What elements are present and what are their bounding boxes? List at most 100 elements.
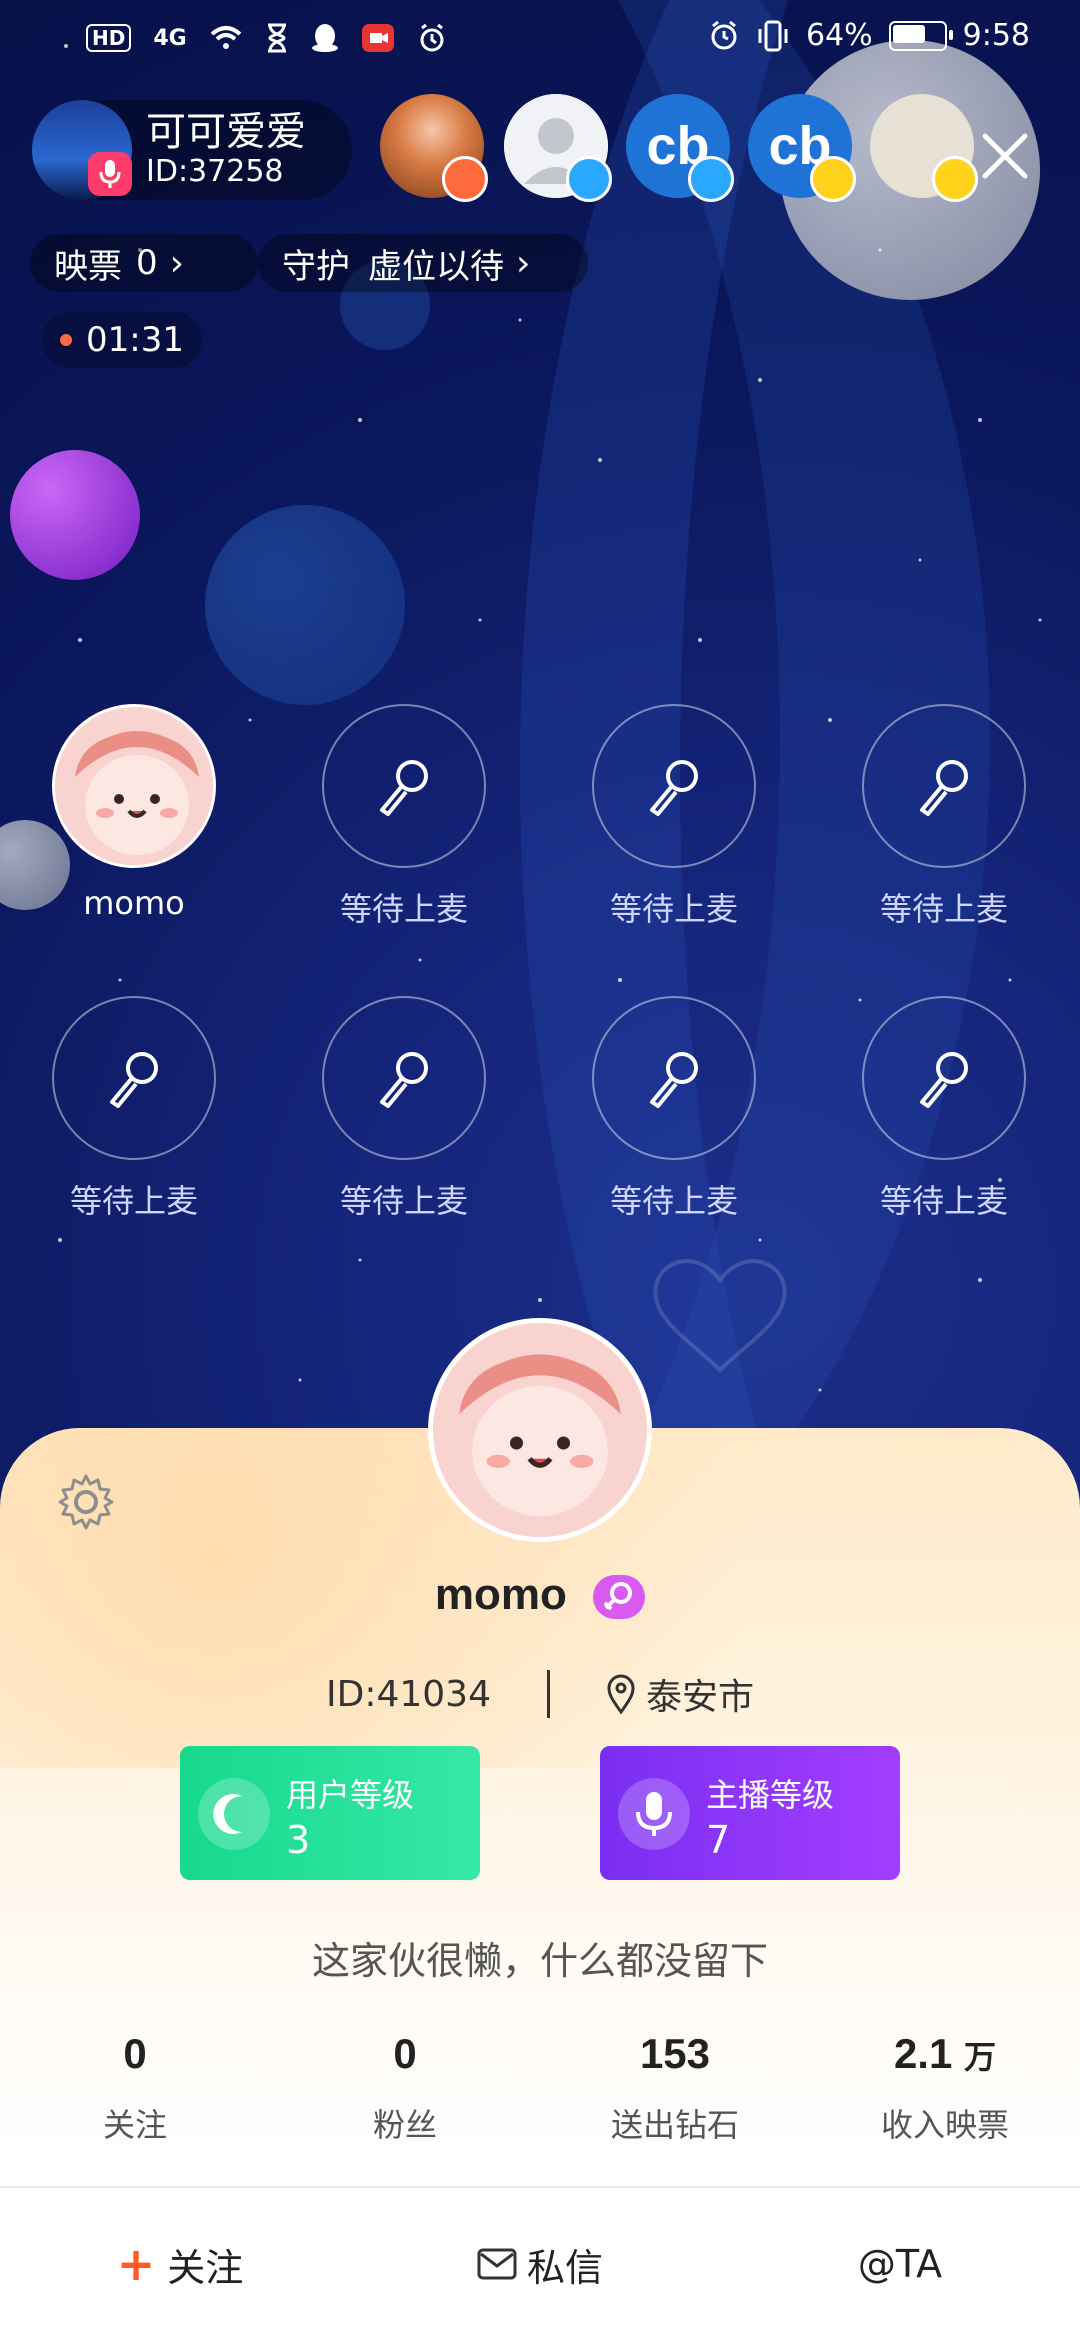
stat-number: 0 <box>393 2030 417 2077</box>
profile-id: ID:41034 <box>325 1673 491 1715</box>
audience-avatar[interactable] <box>870 94 978 202</box>
audience-avatar[interactable] <box>504 94 612 202</box>
seat-avatar[interactable] <box>52 704 216 868</box>
profile-actions-bar: + 关注 私信 @TA <box>0 2188 1080 2340</box>
stat-diamonds-sent[interactable]: 153 送出钻石 <box>540 2030 810 2146</box>
seat-5[interactable]: 等待上麦 <box>50 996 218 1222</box>
profile-avatar <box>428 1318 652 1542</box>
seat-7[interactable]: 等待上麦 <box>590 996 758 1222</box>
host-text: 可可爱爱 ID:37258 <box>146 110 306 190</box>
chevron-right-icon: › <box>516 242 531 284</box>
status-right: 64% 9:58 <box>708 18 1030 53</box>
follow-label: 关注 <box>167 2245 244 2290</box>
microphone-icon <box>650 1052 698 1108</box>
host-level-label: 主播等级 <box>706 1776 835 1814</box>
stat-number: 153 <box>639 2030 711 2077</box>
close-icon[interactable] <box>975 126 1035 186</box>
profile-location: 泰安市 <box>645 1677 754 1718</box>
stat-label: 送出钻石 <box>610 2106 739 2144</box>
hourglass-icon <box>267 23 286 53</box>
stat-following[interactable]: 0 关注 <box>0 2030 270 2146</box>
recording-dot-icon <box>60 334 72 346</box>
microphone-icon <box>650 760 698 816</box>
microphone-icon <box>110 1052 158 1108</box>
stat-number: 2.1 <box>893 2030 953 2077</box>
audience-badge <box>688 156 734 202</box>
seat-ring[interactable] <box>322 704 486 868</box>
seat-ring[interactable] <box>322 996 486 1160</box>
battery-icon <box>888 20 953 51</box>
seat-ring[interactable] <box>862 996 1026 1160</box>
battery-percent: 64% <box>805 18 873 53</box>
seat-ring[interactable] <box>862 704 1026 868</box>
video-icon <box>361 24 394 52</box>
user-level-card[interactable]: 用户等级 3 <box>180 1746 480 1880</box>
guard-label: 守护 <box>282 246 350 287</box>
clock-time: 9:58 <box>962 18 1030 53</box>
audience-list: cb cb <box>380 94 1000 204</box>
seat-ring[interactable] <box>52 996 216 1160</box>
seat-4[interactable]: 等待上麦 <box>860 704 1028 930</box>
location-pin-icon <box>607 1674 635 1714</box>
seat-ring[interactable] <box>592 996 756 1160</box>
message-label: 私信 <box>526 2245 603 2290</box>
seat-3[interactable]: 等待上麦 <box>590 704 758 930</box>
stat-fans[interactable]: 0 粉丝 <box>270 2030 540 2146</box>
status-bar: HD 4G 64% 9:58 <box>0 0 1080 80</box>
microphone-icon <box>99 160 121 188</box>
votes-chip[interactable]: 映票 0 › <box>30 234 258 292</box>
message-button[interactable]: 私信 <box>360 2188 720 2340</box>
mention-button[interactable]: @TA <box>720 2188 1080 2340</box>
seat-label: 等待上麦 <box>879 890 1008 928</box>
profile-signature: 这家伙很懒，什么都没留下 <box>311 1939 768 1983</box>
microphone-icon <box>380 1052 428 1108</box>
battery-fill <box>892 24 925 43</box>
moon-icon <box>198 1778 270 1850</box>
seat-label: 等待上麦 <box>609 1182 738 1220</box>
stat-label: 收入映票 <box>880 2106 1009 2144</box>
audience-avatar[interactable]: cb <box>626 94 734 202</box>
audience-avatar[interactable]: cb <box>748 94 856 202</box>
seat-label: 等待上麦 <box>69 1182 198 1220</box>
seat-2[interactable]: 等待上麦 <box>320 704 488 930</box>
seat-6[interactable]: 等待上麦 <box>320 996 488 1222</box>
audience-avatar[interactable] <box>380 94 488 202</box>
stat-label: 关注 <box>102 2106 167 2144</box>
gear-icon[interactable] <box>56 1472 116 1532</box>
microphone-icon <box>920 1052 968 1108</box>
plus-icon: + <box>116 2237 156 2291</box>
guard-value: 虚位以待 <box>368 246 504 287</box>
vibrate-icon <box>758 20 788 51</box>
profile-name: momo <box>434 1570 567 1619</box>
timer-text: 01:31 <box>86 320 184 360</box>
host-id: ID:37258 <box>146 154 284 189</box>
profile-id-location: ID:41034 泰安市 <box>0 1666 1080 1722</box>
stat-number: 0 <box>123 2030 147 2077</box>
user-level-label: 用户等级 <box>286 1776 415 1814</box>
guard-chip[interactable]: 守护 虚位以待 › <box>258 234 588 292</box>
audience-badge <box>566 156 612 202</box>
host-level-card[interactable]: 主播等级 7 <box>600 1746 900 1880</box>
follow-button[interactable]: + 关注 <box>0 2188 360 2340</box>
audience-badge <box>810 156 856 202</box>
stat-label: 粉丝 <box>372 2106 437 2144</box>
host-info-pill[interactable]: 可可爱爱 ID:37258 <box>32 100 352 200</box>
female-gender-icon <box>593 1575 646 1620</box>
seat-label: 等待上麦 <box>339 1182 468 1220</box>
status-left-icons: HD 4G <box>86 22 447 54</box>
chevron-right-icon: › <box>169 242 185 284</box>
microphone-icon <box>920 760 968 816</box>
microphone-icon <box>618 1778 690 1850</box>
qq-icon <box>311 24 338 52</box>
host-name: 可可爱爱 <box>146 109 306 155</box>
host-level-value: 7 <box>706 1818 731 1862</box>
seat-1[interactable]: momo <box>50 704 218 922</box>
host-avatar[interactable] <box>32 100 132 200</box>
microphone-icon <box>380 760 428 816</box>
seat-8[interactable]: 等待上麦 <box>860 996 1028 1222</box>
seat-ring[interactable] <box>592 704 756 868</box>
stat-votes-received[interactable]: 2.1 万 收入映票 <box>810 2030 1080 2146</box>
votes-label: 映票 <box>54 246 122 287</box>
profile-stats: 0 关注 0 粉丝 153 送出钻石 2.1 万 收入映票 <box>0 2030 1080 2146</box>
audience-badge <box>442 156 488 202</box>
